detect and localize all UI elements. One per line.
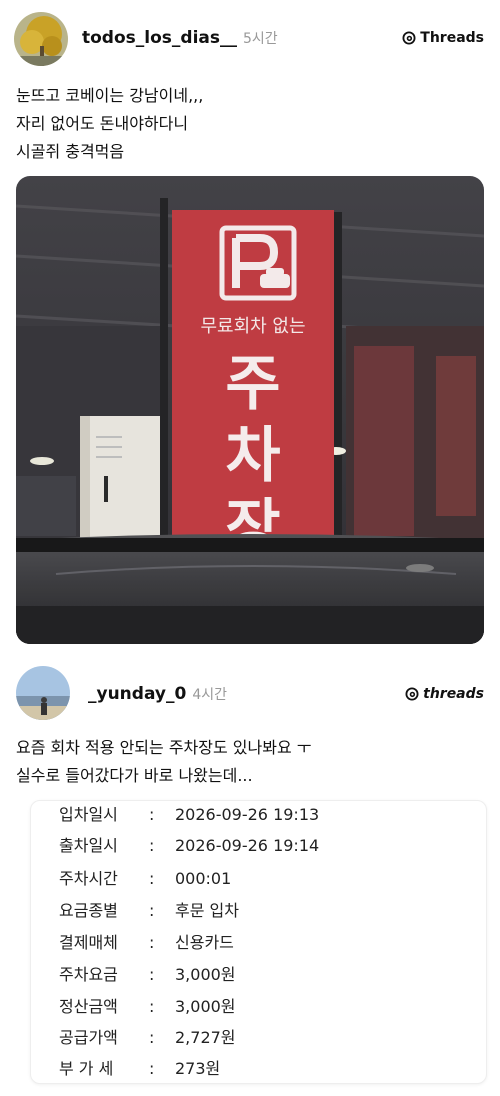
receipt-value: 2026-09-26 19:13 [175,805,320,824]
receipt-colon: : [149,869,155,888]
receipt-colon: : [149,933,155,952]
username[interactable]: todos_los_dias__ 5시간 [82,28,278,48]
post-time: 4시간 [192,687,227,703]
receipt-value: 신용카드 [175,933,234,952]
post-time: 5시간 [242,31,278,47]
receipt-value: 273원 [175,1059,221,1078]
receipt-value: 3,000원 [175,965,236,984]
receipt-label: 공급가액 [59,1028,118,1047]
receipt-label: 부 가 세 [59,1059,114,1078]
receipt-colon: : [149,1059,155,1078]
avatar[interactable] [16,666,70,720]
receipt-row: 입차일시: 2026-09-26 19:13 [59,801,319,825]
post-body: 눈뜨고 코베이는 강남이네,,, 자리 없어도 돈내야하다니 시골쥐 충격먹음 [16,82,203,166]
receipt-row: 부 가 세: 273원 [59,1055,220,1079]
post-line: 요즘 회차 적용 안되는 주차장도 있나봐요 ㅜ [16,738,312,757]
post-line: 시골쥐 충격먹음 [16,142,125,161]
receipt-label: 정산금액 [59,997,118,1016]
receipt-value: 000:01 [175,869,232,888]
post-body: 요즘 회차 적용 안되는 주차장도 있나봐요 ㅜ 실수로 들어갔다가 바로 나왔… [16,734,311,790]
receipt-colon: : [149,805,155,824]
username-text[interactable]: todos_los_dias__ [82,28,237,48]
post-photo[interactable]: 무료회차 없는 주 차 장 [16,176,484,644]
threads-logo-icon [402,31,416,45]
receipt-colon: : [149,836,155,855]
receipt-row: 주차요금: 3,000원 [59,961,236,985]
post-line: 눈뜨고 코베이는 강남이네,,, [16,86,204,105]
receipt-colon: : [149,901,155,920]
parking-garage-photo: 무료회차 없는 주 차 장 [16,176,484,644]
username-text[interactable]: _yunday_0 [88,684,186,704]
receipt-row: 요금종별: 후문 입차 [59,897,239,921]
post-line: 자리 없어도 돈내야하다니 [16,114,189,133]
receipt-row: 결제매체: 신용카드 [59,929,234,953]
receipt-label: 요금종별 [59,901,118,920]
avatar-image [14,12,68,66]
receipt-row: 출차일시: 2026-09-26 19:14 [59,832,319,856]
receipt-colon: : [149,1028,155,1047]
receipt-row: 정산금액: 3,000원 [59,993,236,1017]
receipt-photo[interactable]: 입차일시: 2026-09-26 19:13 출차일시: 2026-09-26 19… [30,800,487,1084]
receipt-label: 주차시간 [59,869,118,888]
post-line: 실수로 들어갔다가 바로 나왔는데... [16,766,253,785]
receipt-row: 주차시간: 000:01 [59,865,231,889]
post-1: todos_los_dias__ 5시간 Threads 눈뜨고 코베이는 강남이… [0,0,500,660]
receipt-value: 후문 입차 [175,901,239,920]
receipt-value: 2,727원 [175,1028,236,1047]
brand-label: Threads [420,30,484,46]
receipt-value: 3,000원 [175,997,236,1016]
receipt-value: 2026-09-26 19:14 [175,836,320,855]
receipt-colon: : [149,965,155,984]
username[interactable]: _yunday_0 4시간 [88,684,227,704]
receipt-label: 입차일시 [59,805,118,824]
receipt-row: 공급가액: 2,727원 [59,1024,236,1048]
brand-label: threads [423,686,484,702]
receipt-label: 출차일시 [59,836,118,855]
threads-logo-icon [405,687,419,701]
avatar-image [16,666,70,720]
receipt-colon: : [149,997,155,1016]
avatar[interactable] [14,12,68,66]
threads-brand: threads [405,686,484,702]
threads-brand: Threads [402,30,484,46]
receipt-label: 결제매체 [59,933,118,952]
receipt-label: 주차요금 [59,965,118,984]
